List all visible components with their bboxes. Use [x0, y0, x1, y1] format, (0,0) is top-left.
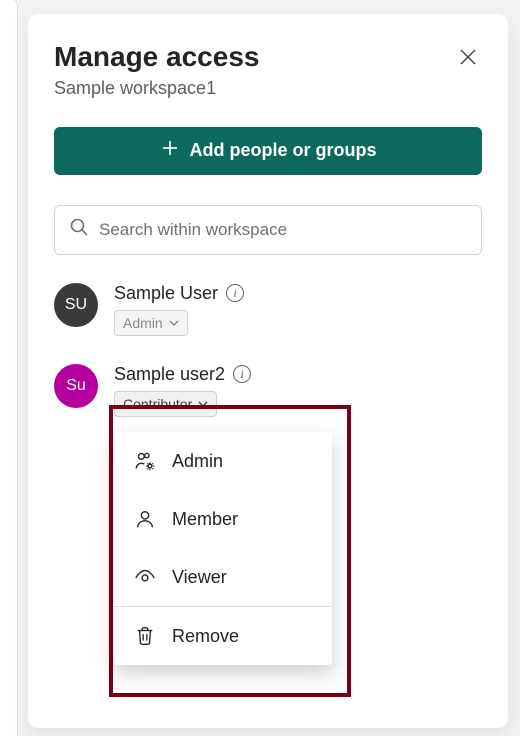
- avatar: Su: [54, 364, 98, 408]
- panel-title: Manage access: [54, 40, 259, 74]
- role-dropdown: Admin Member Viewer: [114, 432, 332, 665]
- search-field[interactable]: [54, 205, 482, 255]
- info-icon[interactable]: i: [226, 284, 244, 302]
- user-row: SU Sample User i Admin: [54, 283, 482, 336]
- user-row: Su Sample user2 i Contributor: [54, 364, 482, 417]
- search-icon: [69, 217, 89, 242]
- role-option-label: Remove: [172, 626, 239, 647]
- role-option-member[interactable]: Member: [114, 490, 332, 548]
- role-option-label: Admin: [172, 451, 223, 472]
- chevron-down-icon: [169, 315, 179, 331]
- role-option-remove[interactable]: Remove: [114, 606, 332, 665]
- info-icon[interactable]: i: [233, 365, 251, 383]
- eye-icon: [134, 566, 156, 588]
- role-option-admin[interactable]: Admin: [114, 432, 332, 490]
- user-name: Sample User: [114, 283, 218, 304]
- add-people-button[interactable]: Add people or groups: [54, 127, 482, 175]
- person-icon: [134, 508, 156, 530]
- role-selector-disabled: Admin: [114, 310, 188, 336]
- people-gear-icon: [134, 450, 156, 472]
- role-option-viewer[interactable]: Viewer: [114, 548, 332, 606]
- trash-icon: [134, 625, 156, 647]
- user-info: Sample user2 i Contributor: [114, 364, 251, 417]
- panel-subtitle: Sample workspace1: [54, 78, 259, 99]
- search-input[interactable]: [99, 220, 467, 240]
- panel-header: Manage access Sample workspace1: [54, 40, 482, 99]
- chevron-down-icon: [198, 396, 208, 412]
- role-label: Contributor: [123, 396, 192, 412]
- user-info: Sample User i Admin: [114, 283, 244, 336]
- role-label: Admin: [123, 315, 163, 331]
- avatar: SU: [54, 283, 98, 327]
- plus-icon: [160, 138, 180, 163]
- title-block: Manage access Sample workspace1: [54, 40, 259, 99]
- role-option-label: Viewer: [172, 567, 227, 588]
- background-panel-edge: [0, 0, 18, 736]
- close-button[interactable]: [454, 44, 482, 72]
- close-icon: [459, 48, 477, 69]
- user-name: Sample user2: [114, 364, 225, 385]
- add-people-label: Add people or groups: [190, 140, 377, 161]
- role-option-label: Member: [172, 509, 238, 530]
- role-selector[interactable]: Contributor: [114, 391, 217, 417]
